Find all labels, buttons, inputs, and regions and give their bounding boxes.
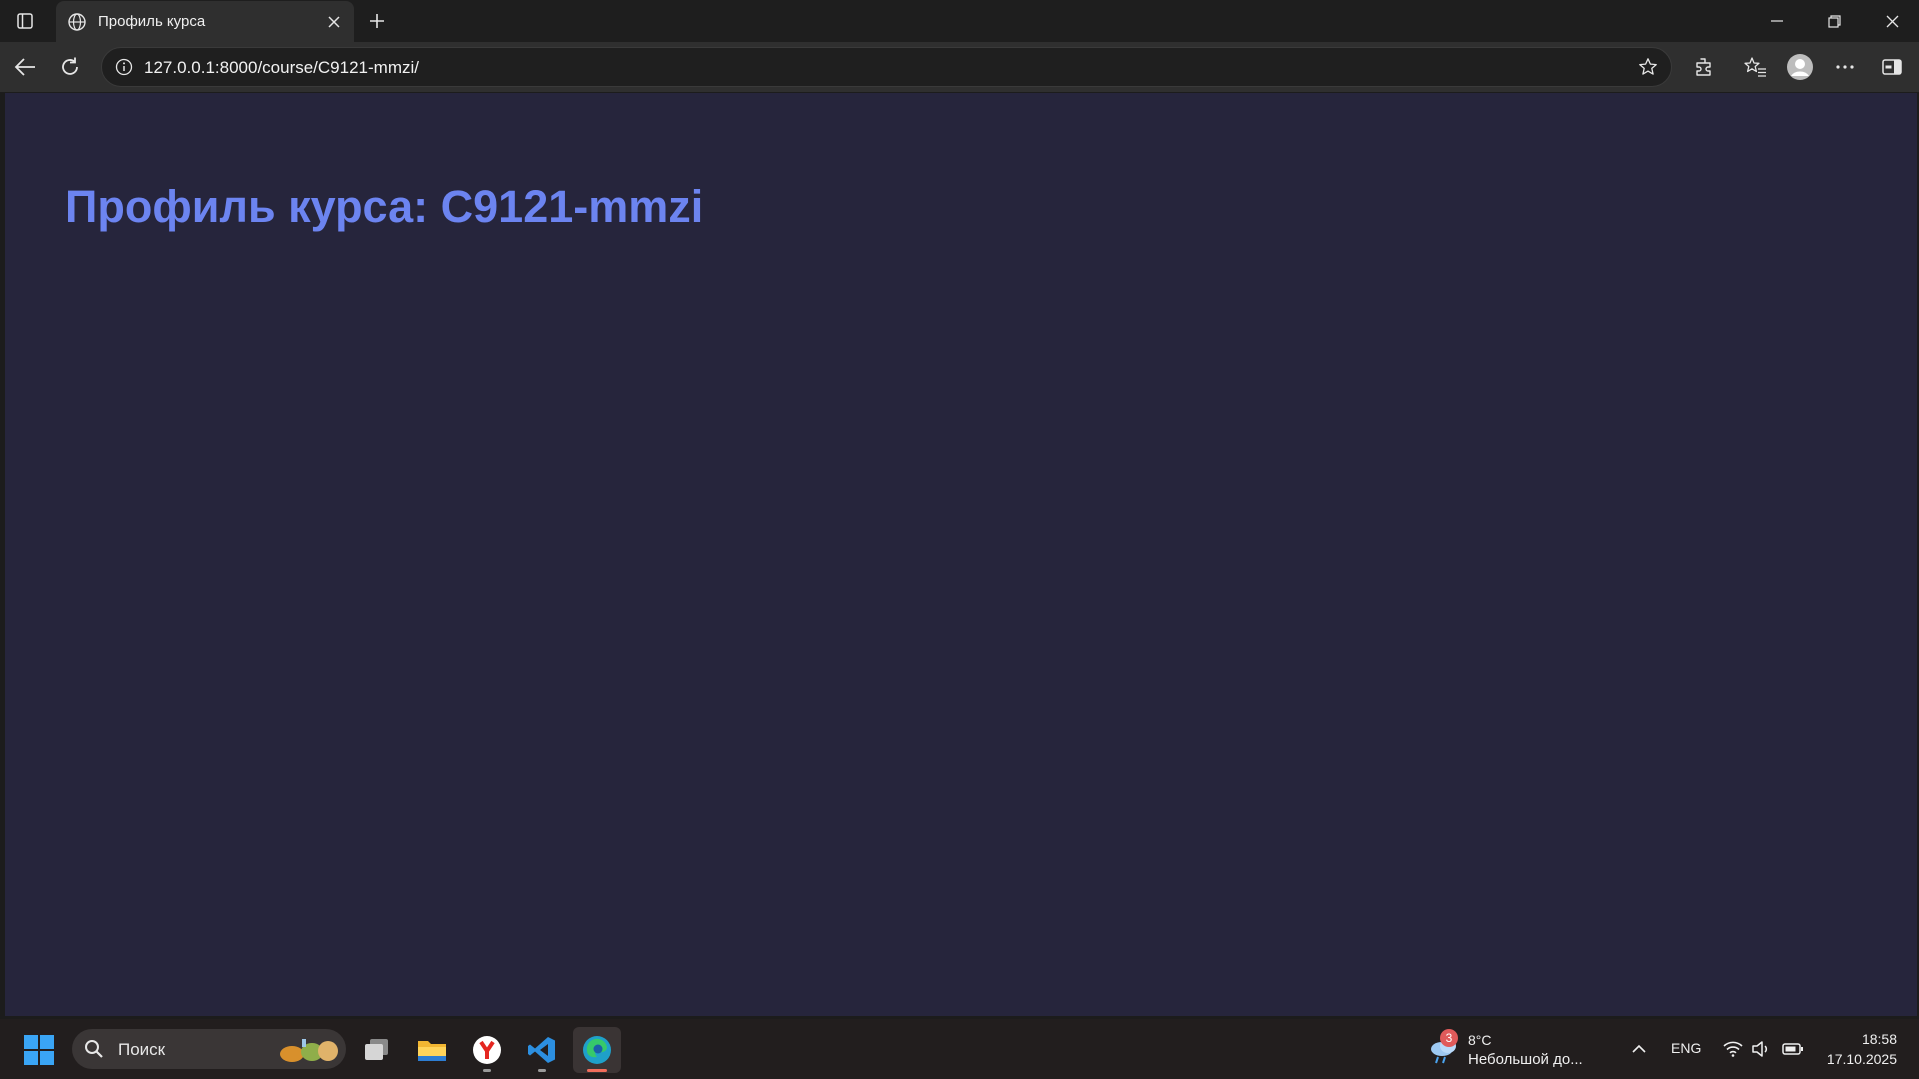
- yandex-browser-icon[interactable]: [463, 1027, 511, 1073]
- vscode-icon[interactable]: [518, 1027, 566, 1073]
- clock-date[interactable]: 17.10.2025: [1827, 1051, 1897, 1067]
- windows-start-icon[interactable]: [24, 1035, 54, 1065]
- tab-actions-icon[interactable]: [10, 7, 40, 35]
- search-placeholder: Поиск: [118, 1040, 166, 1059]
- address-bar[interactable]: 127.0.0.1:8000/course/C9121-mmzi/: [101, 47, 1672, 87]
- weather-widget[interactable]: 3 8°C Небольшой до...: [1424, 1027, 1604, 1073]
- tab-title: Профиль курса: [98, 13, 206, 30]
- browser-toolbar: 127.0.0.1:8000/course/C9121-mmzi/: [0, 42, 1919, 92]
- weather-description: Небольшой до...: [1468, 1051, 1583, 1068]
- tab-active[interactable]: Профиль курса: [56, 1, 354, 42]
- wifi-icon[interactable]: [1722, 1038, 1744, 1060]
- search-highlight-icon: [278, 1035, 340, 1063]
- weather-temperature: 8°C: [1468, 1032, 1492, 1048]
- weather-alert-badge: 3: [1440, 1029, 1458, 1047]
- search-icon: [84, 1039, 104, 1059]
- clock-time[interactable]: 18:58: [1862, 1031, 1897, 1047]
- more-options-icon[interactable]: [1829, 51, 1861, 83]
- favorites-icon[interactable]: [1739, 51, 1771, 83]
- page-title: Профиль курса: C9121-mmzi: [65, 181, 704, 232]
- page-content: Профиль курса: C9121-mmzi: [5, 93, 1917, 1016]
- windows-taskbar: Поиск 3 8°C Небольшой до... ENG 18:58 17…: [0, 1019, 1919, 1079]
- extensions-icon[interactable]: [1688, 51, 1720, 83]
- close-tab-icon[interactable]: [324, 12, 344, 32]
- back-button[interactable]: [9, 51, 41, 83]
- reload-button[interactable]: [54, 51, 86, 83]
- profile-avatar[interactable]: [1784, 51, 1816, 83]
- battery-icon[interactable]: [1782, 1038, 1804, 1060]
- active-indicator: [587, 1069, 607, 1072]
- edge-icon[interactable]: [573, 1027, 621, 1073]
- input-language[interactable]: ENG: [1671, 1040, 1701, 1056]
- restore-button[interactable]: [1814, 6, 1854, 36]
- minimize-button[interactable]: [1757, 6, 1797, 36]
- sidebar-icon[interactable]: [1876, 51, 1908, 83]
- site-info-icon[interactable]: [114, 57, 134, 77]
- file-explorer-icon[interactable]: [408, 1027, 456, 1073]
- task-view-icon[interactable]: [353, 1027, 401, 1073]
- taskbar-search[interactable]: Поиск: [72, 1029, 346, 1069]
- running-indicator: [538, 1069, 546, 1072]
- globe-icon: [66, 11, 88, 33]
- favorite-star-icon[interactable]: [1637, 56, 1659, 78]
- browser-titlebar: Профиль курса: [0, 0, 1919, 42]
- close-window-button[interactable]: [1872, 6, 1912, 36]
- url-text[interactable]: 127.0.0.1:8000/course/C9121-mmzi/: [144, 58, 419, 78]
- running-indicator: [483, 1069, 491, 1072]
- chevron-up-icon[interactable]: [1627, 1036, 1651, 1060]
- new-tab-button[interactable]: [364, 8, 390, 34]
- volume-icon[interactable]: [1750, 1038, 1772, 1060]
